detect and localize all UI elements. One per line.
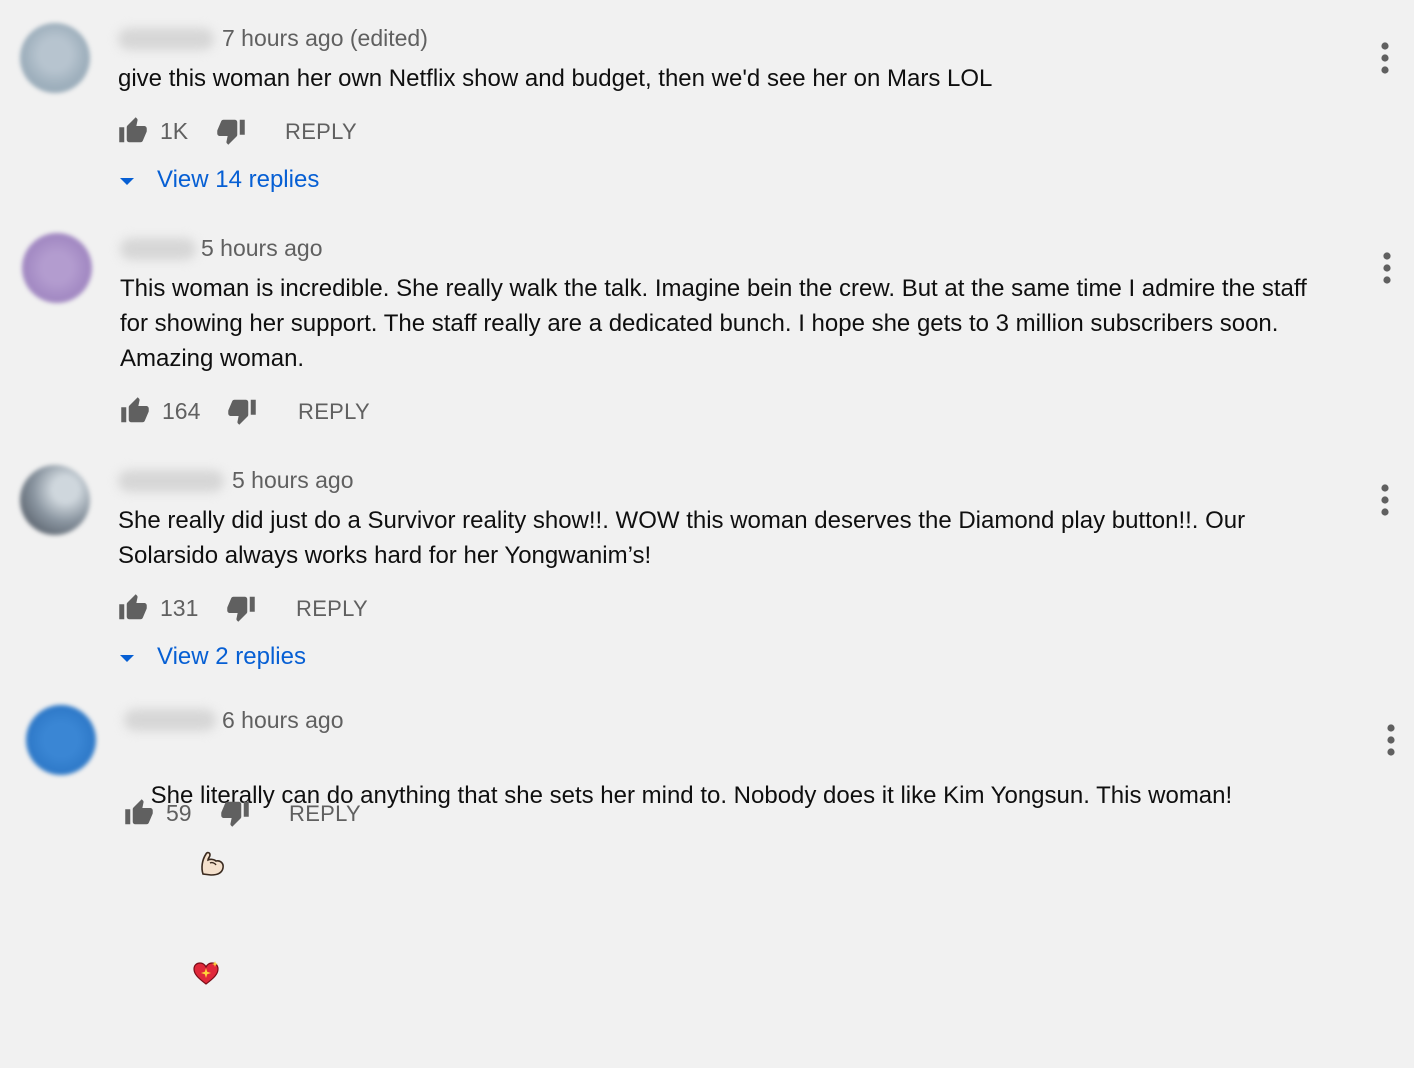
thumbs-down-icon[interactable] — [220, 798, 250, 828]
reply-button[interactable]: REPLY — [289, 801, 361, 827]
view-replies-button[interactable]: View 2 replies — [117, 643, 306, 671]
author-name[interactable] — [118, 470, 224, 492]
more-vertical-icon[interactable] — [1379, 250, 1395, 286]
caret-down-icon — [117, 647, 137, 667]
like-count: 59 — [166, 799, 192, 826]
reply-button[interactable]: REPLY — [285, 119, 357, 145]
comment-text: This woman is incredible. She really wal… — [120, 275, 1314, 372]
like-count: 1K — [160, 117, 189, 144]
thumbs-down-icon[interactable] — [226, 593, 256, 623]
comment-actions: 164 — [120, 395, 257, 427]
comment-timestamp[interactable]: 5 hours ago — [201, 235, 322, 262]
comment-timestamp[interactable]: 7 hours ago (edited) — [222, 25, 428, 52]
thumbs-down-icon[interactable] — [216, 116, 246, 146]
like-count: 131 — [160, 594, 199, 621]
comment-timestamp[interactable]: 5 hours ago — [232, 467, 353, 494]
like-count: 164 — [162, 397, 201, 424]
comment-timestamp[interactable]: 6 hours ago — [222, 707, 343, 734]
comment-text: She literally can do anything that she s… — [124, 743, 1354, 1068]
thumbs-up-icon[interactable] — [124, 798, 154, 828]
more-vertical-icon[interactable] — [1383, 722, 1399, 758]
comment-actions: 59 — [124, 797, 250, 829]
more-vertical-icon[interactable] — [1377, 482, 1393, 518]
more-vertical-icon[interactable] — [1377, 40, 1393, 76]
caret-down-icon — [117, 170, 137, 190]
avatar[interactable] — [20, 23, 90, 93]
avatar[interactable] — [20, 465, 90, 535]
avatar[interactable] — [26, 705, 96, 775]
view-replies-button[interactable]: View 14 replies — [117, 166, 319, 194]
author-name[interactable] — [120, 238, 196, 260]
reply-button[interactable]: REPLY — [298, 399, 370, 425]
avatar[interactable] — [22, 233, 92, 303]
view-replies-label: View 14 replies — [157, 166, 320, 193]
comment-actions: 1K — [118, 115, 246, 147]
author-name[interactable] — [124, 709, 216, 731]
comment-text: She really did just do a Survivor realit… — [118, 507, 1252, 569]
sparkling-heart-emoji — [151, 923, 221, 1033]
flexed-biceps-emoji — [157, 813, 227, 923]
thumbs-up-icon[interactable] — [118, 593, 148, 623]
comment-text: give this woman her own Netflix show and… — [118, 65, 993, 92]
thumbs-up-icon[interactable] — [118, 116, 148, 146]
thumbs-down-icon[interactable] — [227, 396, 257, 426]
author-name[interactable] — [118, 28, 214, 50]
thumbs-up-icon[interactable] — [120, 396, 150, 426]
reply-button[interactable]: REPLY — [296, 596, 368, 622]
view-replies-label: View 2 replies — [157, 643, 306, 670]
comment-actions: 131 — [118, 592, 256, 624]
